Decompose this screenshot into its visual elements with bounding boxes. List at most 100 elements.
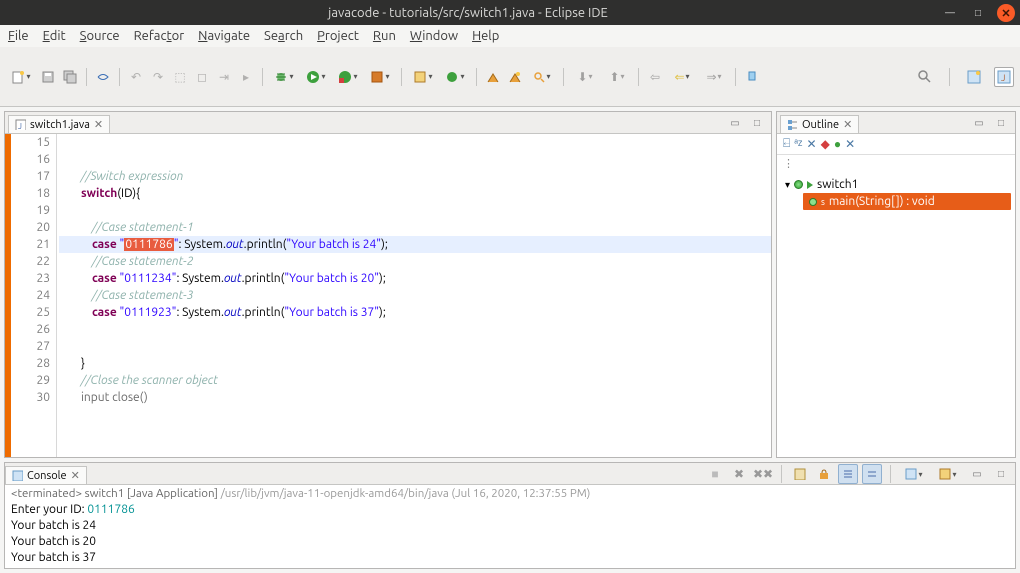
outline-min-icon[interactable]: ▭ [969,113,989,133]
console-tabs: Console ✕ ■ ✖ ✖✖ ▾ ▾ ▭ □ [5,463,1015,485]
new-java-button[interactable]: ▾ [408,67,438,87]
code-editor[interactable]: 15161718192021222324252627282930 //Switc… [5,134,771,457]
menu-source[interactable]: Source [80,29,120,43]
console-launch-label: <terminated> switch1 [Java Application] … [5,485,1015,500]
java-perspective-button[interactable]: J [994,67,1014,87]
remove-all-button[interactable]: ✖✖ [753,464,773,484]
quick-access-icon[interactable] [915,67,935,87]
menu-refactor[interactable]: Refactor [134,29,185,43]
menu-search[interactable]: Search [264,29,303,43]
undo-button[interactable]: ↶ [126,67,146,87]
tree-method-selected[interactable]: s main(String[]) : void [803,193,1011,210]
runnable-icon [807,181,813,189]
main-toolbar: ▾ ↶ ↷ ⬚ ◻ ⇥ ▸ ▾ ▾ ▾ ▾ ▾ ▾ ▾ ⬇▾ ⬆▾ ⇦ ⇐▾ ⇒… [0,47,1020,107]
editor-tabs: J switch1.java ✕ ▭ □ [5,112,771,134]
window-title: javacode - tutorials/src/switch1.java - … [0,6,936,20]
clear-console-button[interactable] [790,464,810,484]
outline-tree[interactable]: ▾ switch1 s main(String[]) : void [777,172,1015,457]
outline-pane: Outline ✕ ▭ □ ⍇ ᵃz ✕ ◆ ● ✕ ⋮ ▾ switch1 [776,111,1016,458]
title-bar: javacode - tutorials/src/switch1.java - … [0,0,1020,25]
sort-icon[interactable]: ᵃz [794,137,802,151]
outline-icon [787,119,798,130]
console-title: Console [27,470,67,482]
method-signature: main(String[]) : void [829,195,935,208]
view-menu-icon[interactable]: ⋮ [777,155,1015,172]
tab-label: switch1.java [30,119,90,131]
open-perspective-button[interactable] [964,67,984,87]
run-button[interactable]: ▾ [301,67,331,87]
console-min-icon[interactable]: ▭ [967,464,987,484]
hide-nonpublic-icon[interactable]: ● [834,137,841,151]
link-editor-button[interactable] [93,67,113,87]
method-icon [809,198,817,206]
outline-max-icon[interactable]: □ [991,113,1011,133]
menu-window[interactable]: Window [410,29,458,43]
hide-static-icon[interactable]: ◆ [821,137,830,151]
console-max-icon[interactable]: □ [991,464,1011,484]
run-last-button[interactable]: ▾ [365,67,395,87]
save-all-button[interactable] [60,67,80,87]
class-name: switch1 [817,178,858,191]
java-file-icon: J [15,119,26,130]
menu-project[interactable]: Project [317,29,359,43]
redo-button[interactable]: ↷ [148,67,168,87]
focus-icon[interactable]: ⍇ [783,137,790,151]
outline-toolbar: ⍇ ᵃz ✕ ◆ ● ✕ [777,134,1015,155]
menu-help[interactable]: Help [472,29,499,43]
console-pane: Console ✕ ■ ✖ ✖✖ ▾ ▾ ▭ □ <terminated> sw… [4,462,1016,569]
console-output[interactable]: Enter your ID: 0111786Your batch is 24Yo… [5,500,1015,568]
stop-button[interactable]: ◻ [192,67,212,87]
remove-launch-button[interactable]: ✖ [729,464,749,484]
new-button[interactable]: ▾ [6,67,36,87]
coverage-button[interactable]: ▾ [333,67,363,87]
line-number-gutter: 15161718192021222324252627282930 [5,134,57,457]
hide-local-icon[interactable]: ✕ [845,137,855,151]
word-wrap-button[interactable] [838,464,858,484]
last-edit-button[interactable]: ⇦ [645,67,665,87]
close-outline-icon[interactable]: ✕ [843,118,852,131]
menu-edit[interactable]: Edit [43,29,66,43]
tree-class[interactable]: ▾ switch1 [785,178,1011,191]
display-selected-button[interactable]: ▾ [899,464,929,484]
class-icon [794,180,803,189]
console-icon [12,470,23,481]
show-console-button[interactable] [862,464,882,484]
outline-title: Outline [802,119,839,131]
open-type-button[interactable] [483,67,503,87]
close-console-icon[interactable]: ✕ [71,469,80,482]
search-button[interactable]: ▾ [527,67,557,87]
close-button[interactable] [997,4,1015,22]
console-tab[interactable]: Console ✕ [5,466,87,484]
scroll-lock-button[interactable] [814,464,834,484]
svg-text:J: J [18,122,22,130]
outline-tabs: Outline ✕ ▭ □ [777,112,1015,134]
prev-annotation-button[interactable]: ⬆▾ [602,67,632,87]
menu-file[interactable]: File [8,29,29,43]
resume-button[interactable]: ▸ [236,67,256,87]
close-tab-icon[interactable]: ✕ [94,118,103,131]
save-button[interactable] [38,67,58,87]
forward-button[interactable]: ⇒▾ [699,67,729,87]
open-console-button[interactable]: ▾ [933,464,963,484]
build-button[interactable]: ⬚ [170,67,190,87]
back-button[interactable]: ⇐▾ [667,67,697,87]
maximize-button[interactable]: □ [969,4,987,22]
menu-bar: File Edit Source Refactor Navigate Searc… [0,25,1020,47]
skip-button[interactable]: ⇥ [214,67,234,87]
minimize-pane-icon[interactable]: ▭ [725,113,745,133]
minimize-button[interactable]: — [941,4,959,22]
outline-tab[interactable]: Outline ✕ [780,115,859,133]
maximize-pane-icon[interactable]: □ [747,113,767,133]
new-class-button[interactable]: ▾ [440,67,470,87]
expand-icon[interactable]: ▾ [785,179,790,191]
hide-fields-icon[interactable]: ✕ [807,137,817,151]
editor-tab-switch1[interactable]: J switch1.java ✕ [8,115,110,133]
pin-button[interactable] [742,67,762,87]
open-task-button[interactable] [505,67,525,87]
debug-button[interactable]: ▾ [269,67,299,87]
menu-navigate[interactable]: Navigate [198,29,250,43]
static-badge: s [821,197,825,207]
menu-run[interactable]: Run [373,29,396,43]
next-annotation-button[interactable]: ⬇▾ [570,67,600,87]
terminate-button[interactable]: ■ [705,464,725,484]
